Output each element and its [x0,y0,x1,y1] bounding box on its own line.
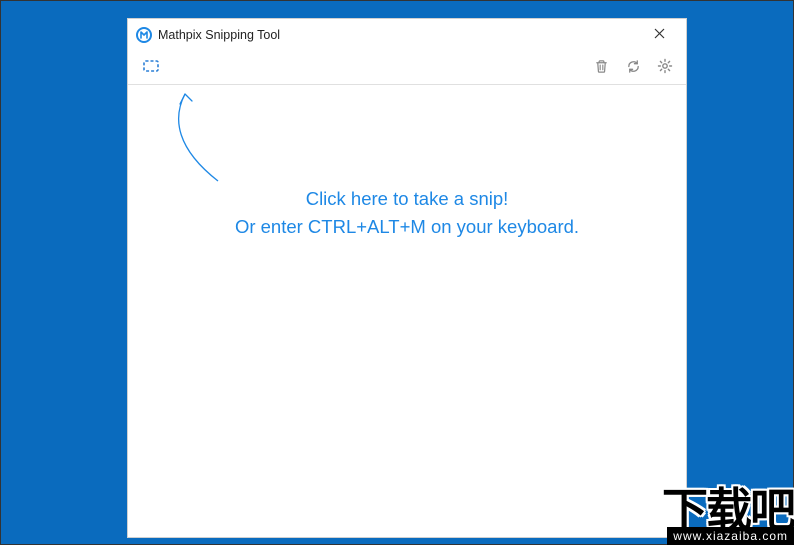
delete-button[interactable] [590,57,612,79]
app-window: Mathpix Snipping Tool [127,18,687,538]
refresh-icon [626,59,641,77]
window-close-button[interactable] [640,21,678,49]
titlebar: Mathpix Snipping Tool [128,19,686,51]
snip-button[interactable] [140,57,162,79]
refresh-button[interactable] [622,57,644,79]
watermark: 下载吧 www.xiazaiba.com [609,471,794,545]
content-area[interactable]: Click here to take a snip! Or enter CTRL… [128,85,686,537]
hint-line-2: Or enter CTRL+ALT+M on your keyboard. [128,213,686,241]
watermark-url: www.xiazaiba.com [667,527,794,545]
toolbar [128,51,686,85]
arrow-illustration [162,89,232,184]
settings-button[interactable] [654,57,676,79]
trash-icon [594,59,609,77]
snip-rectangle-icon [142,57,160,78]
hint-text: Click here to take a snip! Or enter CTRL… [128,185,686,241]
window-title: Mathpix Snipping Tool [158,28,634,42]
close-icon [654,26,665,44]
gear-icon [657,58,673,77]
app-logo-icon [136,27,152,43]
watermark-text: 下载吧 [662,490,794,531]
hint-line-1: Click here to take a snip! [128,185,686,213]
